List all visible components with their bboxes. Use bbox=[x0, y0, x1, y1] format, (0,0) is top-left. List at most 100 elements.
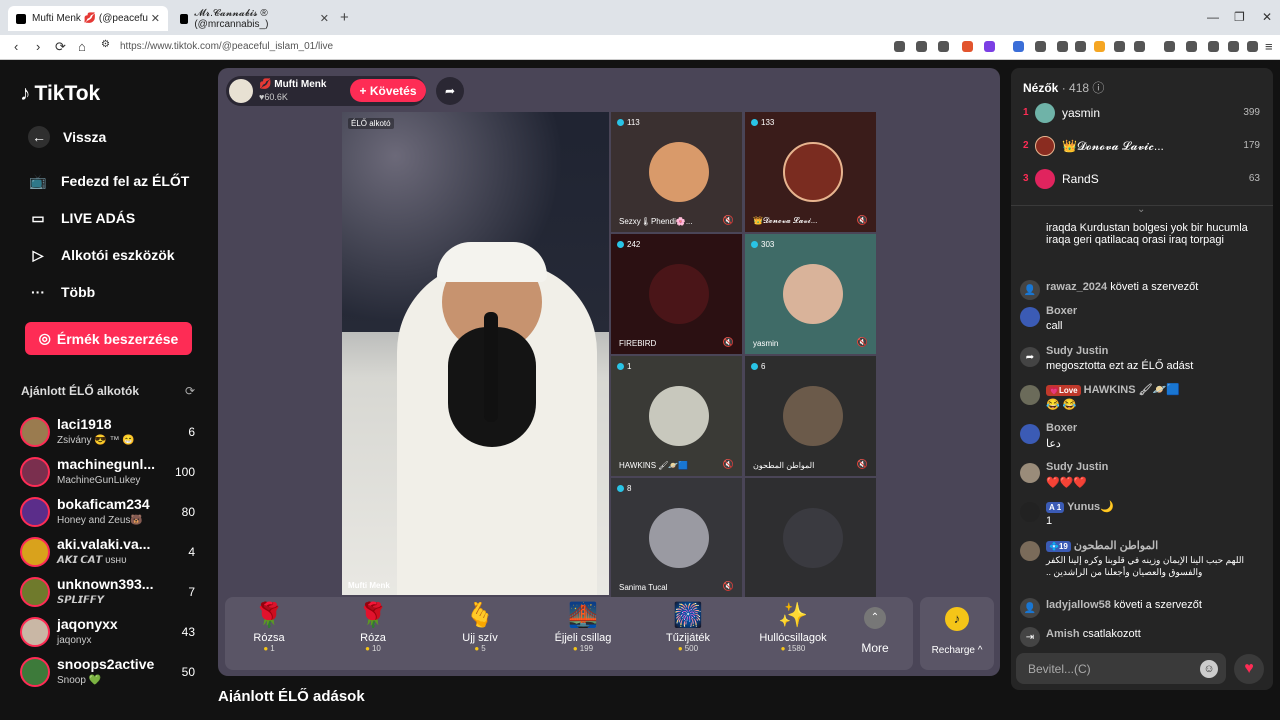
chat-event: 👤 ladyjallow58 követi a szervezőt bbox=[1020, 596, 1260, 618]
info-icon[interactable]: ⓘ bbox=[1092, 81, 1104, 95]
creator-item[interactable]: machinegunl... MachineGunLukey 100 bbox=[20, 455, 200, 491]
follow-button[interactable]: + Követés bbox=[350, 79, 426, 102]
guest-tile[interactable]: 133 👑𝓓𝓸𝓷𝓸𝓿𝓪 𝓛𝓪𝓿𝓲... 🔇 bbox=[745, 112, 876, 232]
forward-icon[interactable]: › bbox=[36, 39, 40, 54]
rewards-icon[interactable] bbox=[984, 41, 995, 52]
extension-icon[interactable] bbox=[894, 41, 905, 52]
gift-name: Ujj szív bbox=[462, 632, 498, 644]
get-coins-button[interactable]: ◎ Érmék beszerzése bbox=[25, 322, 192, 355]
gift-item[interactable]: ✨ Hullócsillagok1580 bbox=[743, 600, 843, 653]
chat-user-line[interactable]: 💠19 المواطن المطحون bbox=[1046, 539, 1158, 552]
guest-avatar bbox=[783, 264, 843, 324]
creator-item[interactable]: laci1918 Zsivány 😎 ™ 😁 6 bbox=[20, 415, 200, 451]
home-icon[interactable]: ⌂ bbox=[78, 39, 86, 54]
top-viewer[interactable]: 1 yasmin 399 bbox=[1021, 101, 1266, 127]
chat-message: A 1 Yunus🌙 1 bbox=[1020, 500, 1260, 530]
guest-tile[interactable]: 113 Sezxy🌡Phendi🌸... 🔇 bbox=[611, 112, 742, 232]
tab-current[interactable]: Mufti Menk 💋 (@peacefu ✕ bbox=[8, 6, 168, 31]
creator-item[interactable]: snoops2active Snoop 💚 50 bbox=[20, 655, 200, 691]
chat-user[interactable]: Boxer bbox=[1046, 422, 1077, 434]
vpn-icon[interactable] bbox=[1247, 41, 1258, 52]
recharge-button[interactable]: ♪ Recharge ^ bbox=[920, 597, 994, 670]
chevron-down-icon[interactable]: ⌄ bbox=[1137, 204, 1145, 215]
guest-tile[interactable]: 1 HAWKINS 🖌🪐🟦 🔇 bbox=[611, 356, 742, 476]
url-field[interactable]: https://www.tiktok.com/@peaceful_islam_0… bbox=[120, 41, 333, 52]
close-tab-icon[interactable]: ✕ bbox=[151, 12, 160, 25]
viewers-header[interactable]: Nézők · 418 ⓘ bbox=[1023, 79, 1104, 96]
creator-item[interactable]: jaqonyxx jaqonyx 43 bbox=[20, 615, 200, 651]
extension-icon[interactable] bbox=[1094, 41, 1105, 52]
guest-tile[interactable]: 303 yasmin 🔇 bbox=[745, 234, 876, 354]
host-video[interactable] bbox=[342, 112, 609, 595]
reload-icon[interactable]: ⟳ bbox=[55, 39, 66, 55]
tab-second[interactable]: 𝓜𝓻.𝓒𝓪𝓷𝓷𝓪𝓫𝓲𝓼 ® (@mrcannabis_) ✕ bbox=[172, 6, 337, 31]
tiktok-logo[interactable]: ♪ TikTok bbox=[20, 82, 100, 106]
menu-icon[interactable]: ≡ bbox=[1265, 39, 1273, 54]
minimize-icon[interactable]: — bbox=[1207, 10, 1219, 24]
wallet-icon[interactable] bbox=[1208, 41, 1219, 52]
chat-user[interactable]: ladyjallow58 bbox=[1046, 599, 1111, 611]
chat-user-line[interactable]: 💗Love HAWKINS 🖌🪐🟦 bbox=[1046, 383, 1180, 396]
zoom-icon[interactable] bbox=[916, 41, 927, 52]
top-viewer[interactable]: 2 👑𝓓𝓸𝓷𝓸𝓿𝓪 𝓛𝓪𝓿𝓲𝓬... 179 bbox=[1021, 134, 1266, 160]
gift-item[interactable]: 🎆 Tűzijáték500 bbox=[638, 600, 738, 653]
extension-icon[interactable] bbox=[1075, 41, 1086, 52]
chat-user[interactable]: Boxer bbox=[1046, 305, 1077, 317]
chat-text: követi a szervezőt bbox=[1110, 281, 1199, 293]
tiktok-favicon-icon bbox=[180, 13, 189, 24]
finger-heart-icon: 🫰 bbox=[465, 602, 495, 629]
creator-item[interactable]: unknown393... 𝙎𝙋𝙇𝙄𝙁𝙁𝙔 7 bbox=[20, 575, 200, 611]
emoji-icon[interactable]: ☺ bbox=[1200, 660, 1218, 678]
chat-user-line[interactable]: A 1 Yunus🌙 bbox=[1046, 500, 1114, 513]
gift-item[interactable]: 🌹 Róza10 bbox=[323, 600, 423, 653]
extension-icon[interactable] bbox=[1035, 41, 1046, 52]
creator-item[interactable]: aki.valaki.va... 𝘼𝙆𝙄 𝘾𝘼𝙏 ᴜsʜᴜ 4 bbox=[20, 535, 200, 571]
chat-event: ⇥ Amish csatlakozott bbox=[1020, 625, 1260, 647]
like-heart-button[interactable]: ♥ bbox=[1234, 654, 1264, 684]
refresh-icon[interactable]: ⟳ bbox=[185, 384, 195, 398]
nav-live-broadcast[interactable]: ▭ LIVE ADÁS bbox=[28, 208, 135, 228]
sidebar-icon[interactable] bbox=[1186, 41, 1197, 52]
more-gifts-button[interactable]: ⌃ More bbox=[858, 607, 892, 655]
back-button[interactable]: ← Vissza bbox=[28, 126, 106, 148]
extension-icon[interactable] bbox=[1057, 41, 1068, 52]
chat-message: Sudy Justin ❤️❤️❤️ bbox=[1020, 461, 1260, 491]
nav-more[interactable]: ··· Több bbox=[28, 282, 95, 302]
nav-creator-tools[interactable]: ▷ Alkotói eszközök bbox=[28, 245, 175, 265]
gift-item[interactable]: 🌹 Rózsa1 bbox=[219, 600, 319, 653]
chat-user[interactable]: Amish bbox=[1046, 628, 1080, 640]
guest-tile[interactable]: 242 FIREBIRD 🔇 bbox=[611, 234, 742, 354]
guest-tile[interactable]: 8 Sanima Tucal 🔇 bbox=[611, 478, 742, 598]
leo-icon[interactable] bbox=[1228, 41, 1239, 52]
recommended-title: Ajánlott ÉLŐ alkotók bbox=[21, 384, 140, 398]
tab-title: 𝓜𝓻.𝓒𝓪𝓷𝓷𝓪𝓫𝓲𝓼 ® (@mrcannabis_) bbox=[194, 7, 269, 30]
host-avatar[interactable] bbox=[229, 79, 253, 103]
share-button[interactable]: ➦ bbox=[436, 77, 464, 105]
creator-item[interactable]: bokaficam234 Honey and Zeus🐻 80 bbox=[20, 495, 200, 531]
site-info-icon[interactable]: ⚙ bbox=[101, 39, 110, 50]
extension-icon[interactable] bbox=[1114, 41, 1125, 52]
level-badge: 💠19 bbox=[1046, 540, 1071, 552]
guest-tile[interactable]: 6 المواطن المطحون 🔇 bbox=[745, 356, 876, 476]
extension-icon[interactable] bbox=[1164, 41, 1175, 52]
share-icon[interactable] bbox=[938, 41, 949, 52]
brave-icon[interactable] bbox=[962, 41, 973, 52]
nav-explore-live[interactable]: 📺 Fedezd fel az ÉLŐT bbox=[28, 171, 189, 191]
translate-icon[interactable] bbox=[1013, 41, 1024, 52]
maximize-icon[interactable]: ❐ bbox=[1234, 10, 1245, 24]
chat-user[interactable]: rawaz_2024 bbox=[1046, 281, 1107, 293]
close-window-icon[interactable]: ✕ bbox=[1262, 10, 1272, 24]
new-tab-icon[interactable]: + bbox=[340, 9, 349, 26]
chat-user[interactable]: Sudy Justin bbox=[1046, 345, 1108, 357]
extension-icon[interactable] bbox=[1134, 41, 1145, 52]
empty-guest-slot[interactable] bbox=[745, 478, 876, 598]
host-name[interactable]: 💋 Mufti Menk bbox=[259, 79, 326, 90]
gift-item[interactable]: 🫰 Ujj szív5 bbox=[430, 600, 530, 653]
gift-item[interactable]: 🌉 Éjjeli csillag199 bbox=[533, 600, 633, 653]
chat-user[interactable]: Sudy Justin bbox=[1046, 461, 1108, 473]
back-icon[interactable]: ‹ bbox=[14, 39, 18, 54]
close-tab-icon[interactable]: ✕ bbox=[320, 12, 329, 25]
arrow-left-icon: ← bbox=[28, 126, 50, 148]
top-viewer[interactable]: 3 RandS 63 bbox=[1021, 167, 1266, 193]
lips-icon: 💋 bbox=[259, 79, 275, 90]
